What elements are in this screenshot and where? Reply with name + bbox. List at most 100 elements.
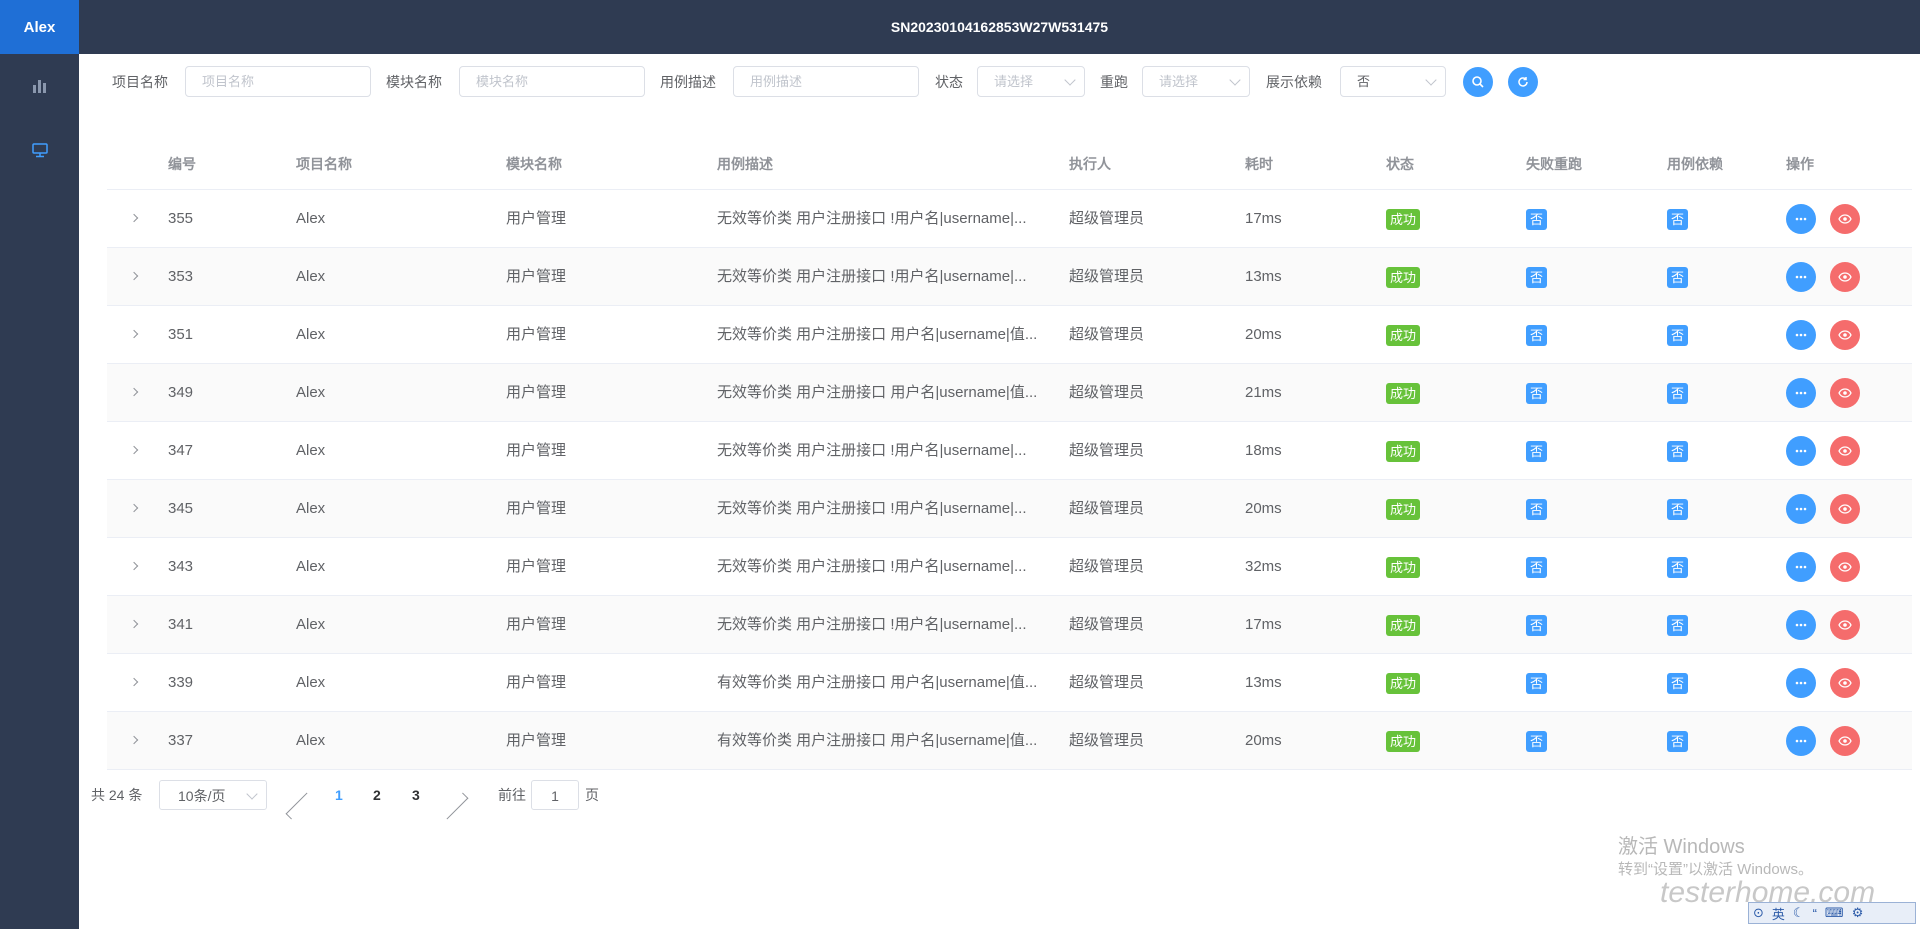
expand-row-icon[interactable]: [129, 387, 139, 397]
expand-row-icon[interactable]: [129, 271, 139, 281]
header-title: SN20230104162853W27W531475: [79, 0, 1920, 54]
eye-icon: [1838, 620, 1852, 630]
logo[interactable]: Alex: [0, 0, 79, 54]
project-input[interactable]: 项目名称: [185, 66, 371, 97]
table-row[interactable]: 355 Alex 用户管理 无效等价类 用户注册接口 !用户名|username|..…: [107, 190, 1912, 248]
cell-module: 用户管理: [506, 732, 567, 749]
cell-desc: 无效等价类 用户注册接口 !用户名|username|...: [717, 616, 1027, 633]
expand-row-icon[interactable]: [129, 213, 139, 223]
expand-row-icon[interactable]: [129, 445, 139, 455]
cell-project: Alex: [296, 442, 326, 459]
more-button[interactable]: [1786, 726, 1816, 756]
expand-row-icon[interactable]: [129, 561, 139, 571]
dep-badge: 否: [1667, 673, 1689, 694]
more-button[interactable]: [1786, 436, 1816, 466]
page-2[interactable]: 2: [373, 780, 381, 810]
expand-row-icon[interactable]: [129, 329, 139, 339]
table-row[interactable]: 339 Alex 用户管理 有效等价类 用户注册接口 用户名|username|值..…: [107, 654, 1912, 712]
expand-row-icon[interactable]: [129, 677, 139, 687]
settings-icon[interactable]: ⚙: [1852, 905, 1864, 921]
more-button[interactable]: [1786, 378, 1816, 408]
table-row[interactable]: 345 Alex 用户管理 无效等价类 用户注册接口 !用户名|username|..…: [107, 480, 1912, 538]
view-button[interactable]: [1830, 552, 1860, 582]
more-button[interactable]: [1786, 262, 1816, 292]
view-button[interactable]: [1830, 610, 1860, 640]
view-button[interactable]: [1830, 320, 1860, 350]
filter-bar: 项目名称 项目名称 模块名称 模块名称 用例描述 用例描述 状态 请选择 重跑 …: [79, 66, 1920, 98]
refresh-button[interactable]: [1508, 67, 1538, 97]
table-row[interactable]: 351 Alex 用户管理 无效等价类 用户注册接口 用户名|username|值..…: [107, 306, 1912, 364]
rerun-select[interactable]: 请选择: [1142, 66, 1250, 97]
view-button[interactable]: [1830, 436, 1860, 466]
chevron-down-icon: [1229, 74, 1241, 86]
search-button[interactable]: [1463, 67, 1493, 97]
table-row[interactable]: 353 Alex 用户管理 无效等价类 用户注册接口 !用户名|username|..…: [107, 248, 1912, 306]
page-3[interactable]: 3: [412, 780, 420, 810]
moon-icon[interactable]: ☾: [1793, 905, 1805, 921]
more-icon: [1795, 391, 1807, 395]
view-button[interactable]: [1830, 668, 1860, 698]
dep-select[interactable]: 否: [1340, 66, 1446, 97]
cell-executor: 超级管理员: [1069, 674, 1145, 691]
table-row[interactable]: 343 Alex 用户管理 无效等价类 用户注册接口 !用户名|username|..…: [107, 538, 1912, 596]
module-input[interactable]: 模块名称: [459, 66, 645, 97]
table-row[interactable]: 347 Alex 用户管理 无效等价类 用户注册接口 !用户名|username|..…: [107, 422, 1912, 480]
table-row[interactable]: 349 Alex 用户管理 无效等价类 用户注册接口 用户名|username|值..…: [107, 364, 1912, 422]
goto-input[interactable]: 1: [531, 780, 579, 810]
expand-row-icon[interactable]: [129, 619, 139, 629]
desc-input[interactable]: 用例描述: [733, 66, 919, 97]
keyboard-icon[interactable]: ⌨: [1825, 905, 1844, 921]
expand-row-icon[interactable]: [129, 503, 139, 513]
table-row[interactable]: 341 Alex 用户管理 无效等价类 用户注册接口 !用户名|username|..…: [107, 596, 1912, 654]
activate-title: 激活 Windows: [1618, 836, 1745, 858]
cell-id: 341: [168, 616, 194, 633]
view-button[interactable]: [1830, 378, 1860, 408]
cell-module: 用户管理: [506, 442, 567, 459]
rerun-badge: 否: [1526, 383, 1548, 404]
cell-id: 339: [168, 674, 194, 691]
view-button[interactable]: [1830, 262, 1860, 292]
more-button[interactable]: [1786, 668, 1816, 698]
dep-badge: 否: [1667, 615, 1689, 636]
table-row[interactable]: 337 Alex 用户管理 有效等价类 用户注册接口 用户名|username|值..…: [107, 712, 1912, 770]
more-icon: [1795, 507, 1807, 511]
view-button[interactable]: [1830, 494, 1860, 524]
more-button[interactable]: [1786, 204, 1816, 234]
cell-desc: 有效等价类 用户注册接口 用户名|username|值...: [717, 674, 1038, 691]
cell-desc: 无效等价类 用户注册接口 !用户名|username|...: [717, 442, 1027, 459]
page-1[interactable]: 1: [335, 780, 343, 810]
cell-id: 347: [168, 442, 194, 459]
more-button[interactable]: [1786, 494, 1816, 524]
cell-module: 用户管理: [506, 384, 567, 401]
ime-toolbar[interactable]: ⊙ 英 ☾ “ ⌨ ⚙: [1748, 902, 1916, 924]
col-dep: 用例依赖: [1667, 155, 1723, 172]
more-icon: [1795, 565, 1807, 569]
next-page-icon[interactable]: [441, 792, 469, 820]
cell-executor: 超级管理员: [1069, 210, 1145, 227]
main-content: 项目名称 项目名称 模块名称 模块名称 用例描述 用例描述 状态 请选择 重跑 …: [79, 54, 1920, 929]
status-badge: 成功: [1386, 209, 1421, 230]
more-button[interactable]: [1786, 610, 1816, 640]
cell-id: 355: [168, 210, 194, 227]
view-button[interactable]: [1830, 204, 1860, 234]
bar-chart-icon[interactable]: [0, 54, 79, 118]
prev-page-icon[interactable]: [285, 792, 313, 820]
status-badge: 成功: [1386, 557, 1421, 578]
chevron-down-icon: [1064, 74, 1076, 86]
monitor-icon[interactable]: [0, 118, 79, 182]
more-icon: [1795, 217, 1807, 221]
punctuation-icon[interactable]: “: [1813, 906, 1817, 921]
dep-badge: 否: [1667, 499, 1689, 520]
cell-time: 17ms: [1245, 616, 1282, 633]
more-button[interactable]: [1786, 552, 1816, 582]
ime-lang[interactable]: 英: [1772, 904, 1785, 923]
dep-badge: 否: [1667, 441, 1689, 462]
cell-id: 343: [168, 558, 194, 575]
more-button[interactable]: [1786, 320, 1816, 350]
expand-row-icon[interactable]: [129, 735, 139, 745]
ime-search-icon[interactable]: ⊙: [1753, 905, 1764, 921]
sidebar: Alex: [0, 0, 79, 929]
page-size-select[interactable]: 10条/页: [159, 780, 267, 810]
view-button[interactable]: [1830, 726, 1860, 756]
status-select[interactable]: 请选择: [977, 66, 1085, 97]
